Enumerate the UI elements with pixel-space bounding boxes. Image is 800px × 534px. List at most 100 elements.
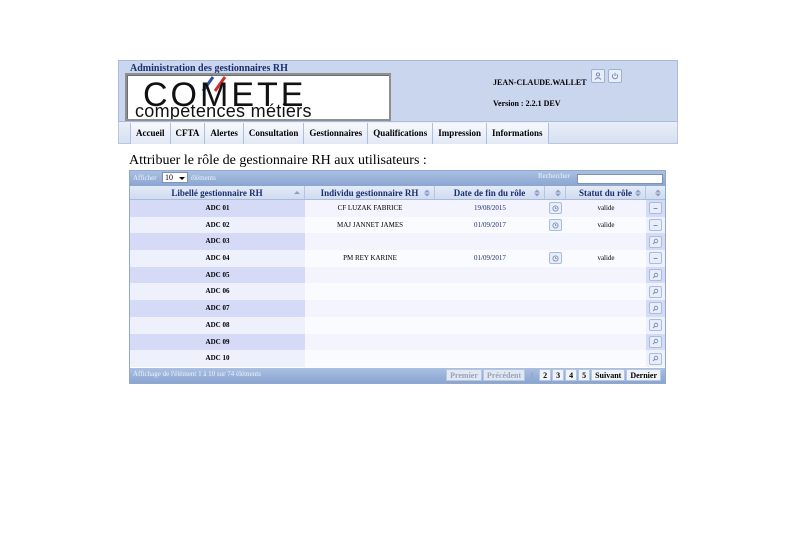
page-size-label: Afficher <box>133 174 157 182</box>
cell-date-action <box>545 283 566 301</box>
cell-action <box>646 217 665 234</box>
table-grid: Libellé gestionnaire RH Individu gestion… <box>130 186 665 367</box>
cell-libelle: ADC 05 <box>205 270 230 279</box>
cell-action <box>646 300 665 317</box>
table-toolbar: Afficher 10 éléments Rechercher <box>130 171 665 186</box>
edit-date-button[interactable] <box>549 219 562 232</box>
page-title: Attribuer le rôle de gestionnaire RH aux… <box>129 153 427 168</box>
user-profile-button[interactable] <box>591 69 605 83</box>
sort-both-icon <box>424 189 430 197</box>
cell-individu <box>305 333 435 351</box>
menu-item-gestionnaires[interactable]: Gestionnaires <box>303 123 368 144</box>
pagination-page-2[interactable]: 2 <box>539 369 552 381</box>
table-header-row: Libellé gestionnaire RH Individu gestion… <box>130 186 665 200</box>
clock-icon <box>552 222 559 229</box>
main-menu: Accueil CFTA Alertes Consultation Gestio… <box>130 123 549 144</box>
table-row: ADC 01 CF LUZAK FABRICE 19/08/2015 valide <box>130 200 665 217</box>
menu-item-accueil[interactable]: Accueil <box>130 123 170 144</box>
pagination-last[interactable]: Dernier <box>626 369 661 381</box>
pagination-page-1[interactable]: 1 <box>526 369 538 381</box>
search-icon <box>652 305 659 312</box>
cell-action <box>646 350 665 367</box>
menu-item-qualifications[interactable]: Qualifications <box>367 123 433 144</box>
assign-role-button[interactable] <box>649 269 662 282</box>
cell-libelle: ADC 10 <box>205 354 230 363</box>
edit-date-button[interactable] <box>549 252 562 265</box>
cell-date-fin <box>435 300 545 317</box>
column-header-individu-label: Individu gestionnaire RH <box>320 188 419 198</box>
column-header-statut-label: Statut du rôle <box>578 188 632 198</box>
menu-item-cfta[interactable]: CFTA <box>169 123 205 144</box>
cell-date-action <box>545 333 566 351</box>
cell-date-fin <box>435 266 545 284</box>
menu-item-impression[interactable]: Impression <box>432 123 487 144</box>
search-label: Rechercher <box>538 172 570 180</box>
minus-icon <box>653 257 658 259</box>
minus-icon <box>653 207 658 209</box>
edit-date-button[interactable] <box>549 202 562 215</box>
remove-role-button[interactable] <box>649 219 662 232</box>
cell-action <box>646 317 665 334</box>
column-header-date-fin[interactable]: Date de fin du rôle <box>435 186 545 199</box>
assign-role-button[interactable] <box>649 352 662 365</box>
cell-libelle: ADC 01 <box>205 204 230 212</box>
app-version: Version : 2.2.1 DEV <box>493 99 561 108</box>
table-row: ADC 05 <box>130 266 665 284</box>
search-icon <box>652 289 659 295</box>
app-header: Administration des gestionnaires RH COME… <box>118 60 678 122</box>
cell-libelle: ADC 07 <box>205 304 230 313</box>
cell-action <box>646 334 665 351</box>
cell-individu <box>305 350 435 367</box>
assign-role-button[interactable] <box>649 335 662 348</box>
sort-both-icon <box>655 189 661 197</box>
cell-date-fin <box>435 350 545 367</box>
column-header-libelle-label: Libellé gestionnaire RH <box>171 188 263 198</box>
cell-date-fin <box>435 316 545 334</box>
cell-date-action <box>545 216 566 234</box>
cell-date-action <box>545 300 566 317</box>
assign-role-button[interactable] <box>649 285 662 298</box>
cell-date-action <box>545 316 566 334</box>
gestionnaires-table: Afficher 10 éléments Rechercher Libellé … <box>129 170 666 384</box>
cell-date-action <box>545 200 566 217</box>
search-icon <box>652 272 659 278</box>
cell-individu <box>305 283 435 301</box>
assign-role-button[interactable] <box>649 235 662 248</box>
cell-statut <box>566 300 646 317</box>
column-header-action-date[interactable] <box>545 186 566 199</box>
pagination-next[interactable]: Suivant <box>591 369 626 381</box>
table-info: Affichage de l'élément 1 à 10 sur 74 élé… <box>133 370 261 378</box>
remove-role-button[interactable] <box>649 252 662 265</box>
pagination-page-3[interactable]: 3 <box>552 369 565 381</box>
pagination-first[interactable]: Premier <box>446 369 482 381</box>
logout-button[interactable] <box>608 69 622 83</box>
logo-subtitle: compétences métiers <box>135 101 312 121</box>
remove-role-button[interactable] <box>649 202 662 215</box>
cell-individu <box>305 316 435 334</box>
pagination-page-5[interactable]: 5 <box>578 369 591 381</box>
current-user-name: JEAN-CLAUDE.WALLET <box>493 78 587 87</box>
search-input[interactable] <box>577 174 663 184</box>
search-icon <box>652 339 659 345</box>
assign-role-button[interactable] <box>649 319 662 332</box>
sort-both-icon <box>534 189 540 197</box>
menu-item-informations[interactable]: Informations <box>486 123 549 144</box>
cell-action <box>646 283 665 300</box>
sort-asc-icon <box>294 191 300 194</box>
page-size-select[interactable]: 10 <box>162 172 188 183</box>
table-body: ADC 01 CF LUZAK FABRICE 19/08/2015 valide AD… <box>130 200 665 367</box>
column-header-individu[interactable]: Individu gestionnaire RH <box>305 186 435 199</box>
column-header-statut[interactable]: Statut du rôle <box>566 186 646 199</box>
cell-libelle: ADC 06 <box>205 287 230 296</box>
menu-item-alertes[interactable]: Alertes <box>204 123 243 144</box>
assign-role-button[interactable] <box>649 302 662 315</box>
table-row: ADC 08 <box>130 316 665 334</box>
column-header-action[interactable] <box>646 186 665 199</box>
pagination-previous[interactable]: Précédent <box>482 369 526 381</box>
column-header-libelle[interactable]: Libellé gestionnaire RH <box>130 186 305 199</box>
pagination-page-4[interactable]: 4 <box>565 369 578 381</box>
table-row: ADC 02 MAJ JANNET JAMES 01/09/2017 valide <box>130 216 665 234</box>
cell-statut <box>566 283 646 301</box>
menu-item-consultation[interactable]: Consultation <box>242 123 304 144</box>
comete-logo: COMETE compétences métiers <box>125 73 391 121</box>
